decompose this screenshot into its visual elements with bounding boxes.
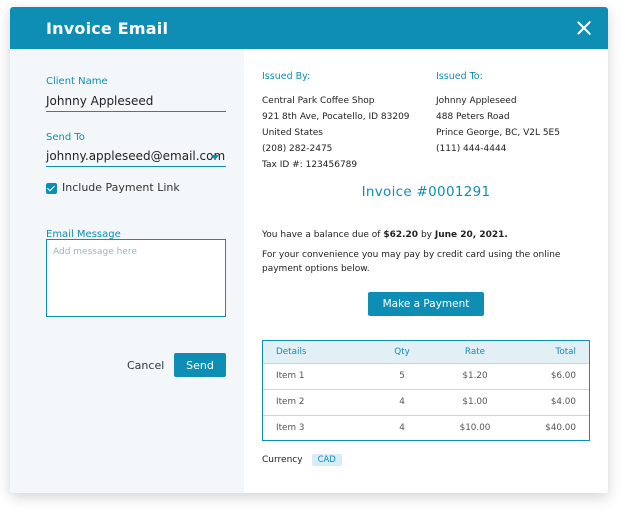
send-to-label: Send To: [46, 132, 85, 143]
table-header-row: Details Qty Rate Total: [263, 341, 589, 363]
header-details: Details: [276, 347, 307, 357]
balance-prefix: You have a balance due of: [262, 230, 384, 240]
row-total: $40.00: [545, 422, 576, 433]
client-name-underline: [46, 111, 226, 112]
issued-to-heading: Issued To:: [436, 71, 483, 82]
table-row: Item 3 4 $10.00 $40.00: [263, 414, 589, 441]
table-row: Item 2 4 $1.00 $4.00: [263, 388, 589, 415]
row-rate: $1.00: [462, 397, 488, 408]
row-total: $6.00: [550, 371, 576, 382]
issued-to-block: Issued To: Johnny Appleseed 488 Peters R…: [436, 69, 560, 157]
row-qty: 4: [399, 397, 405, 408]
row-rate: $10.00: [459, 422, 491, 433]
row-total: $4.00: [550, 397, 576, 408]
close-icon[interactable]: [576, 20, 592, 36]
row-details: Item 3: [276, 422, 305, 433]
dialog-title: Invoice Email: [46, 18, 169, 38]
issued-by-name: Central Park Coffee Shop: [262, 96, 375, 106]
email-message-textarea[interactable]: Add message here: [46, 239, 226, 317]
due-date: June 20, 2021.: [434, 230, 508, 240]
table-row: Item 1 5 $1.20 $6.00: [263, 363, 589, 389]
row-details: Item 2: [276, 397, 305, 408]
send-button[interactable]: Send: [174, 353, 226, 377]
currency-row: Currency CAD: [262, 454, 342, 466]
issued-to-city: Prince George, BC, V2L 5E5: [436, 128, 560, 138]
email-message-placeholder: Add message here: [53, 247, 137, 257]
dialog-titlebar: Invoice Email: [10, 7, 608, 49]
issued-to-phone: (111) 444-4444: [436, 144, 507, 154]
balance-by: by: [418, 230, 435, 240]
invoice-number: Invoice #0001291: [361, 184, 491, 200]
chevron-down-icon[interactable]: [211, 155, 219, 160]
client-name-label: Client Name: [46, 76, 108, 87]
cancel-button[interactable]: Cancel: [127, 359, 164, 372]
issued-by-phone: (208) 282-2475: [262, 144, 333, 154]
header-rate: Rate: [464, 347, 486, 357]
invoice-preview-panel: Issued By: Central Park Coffee Shop 921 …: [244, 49, 608, 493]
client-name-input[interactable]: Johnny Appleseed: [46, 94, 153, 108]
balance-amount: $62.20: [383, 230, 419, 240]
row-qty: 5: [399, 371, 405, 382]
issued-by-heading: Issued By:: [262, 71, 311, 82]
header-total: Total: [555, 347, 576, 357]
issued-by-address: 921 8th Ave, Pocatello, ID 83209: [262, 112, 410, 122]
currency-badge: CAD: [311, 454, 342, 466]
row-qty: 4: [399, 422, 405, 433]
issued-to-name: Johnny Appleseed: [436, 96, 517, 106]
issued-by-country: United States: [262, 128, 323, 138]
send-to-select[interactable]: johnny.appleseed@email.com: [46, 149, 225, 163]
row-rate: $1.20: [462, 371, 488, 382]
invoice-email-dialog: Invoice Email Client Name Johnny Applese…: [10, 7, 608, 493]
include-payment-link-label[interactable]: Include Payment Link: [62, 181, 180, 194]
header-qty: Qty: [394, 347, 410, 357]
issued-by-tax-id: Tax ID #: 123456789: [262, 160, 358, 170]
issued-by-block: Issued By: Central Park Coffee Shop 921 …: [262, 69, 410, 173]
include-payment-link-checkbox[interactable]: [46, 183, 57, 194]
convenience-message: For your convenience you may pay by cred…: [262, 250, 561, 274]
currency-label: Currency: [262, 455, 303, 465]
send-to-underline: [46, 166, 226, 167]
issued-to-street: 488 Peters Road: [436, 112, 510, 122]
email-form-panel: Client Name Johnny Appleseed Send To joh…: [10, 49, 244, 493]
balance-message: You have a balance due of $62.20 by June…: [262, 228, 582, 242]
invoice-items-table: Details Qty Rate Total Item 1 5 $1.20 $6…: [262, 340, 590, 442]
row-details: Item 1: [276, 371, 305, 382]
make-payment-button[interactable]: Make a Payment: [368, 292, 484, 316]
